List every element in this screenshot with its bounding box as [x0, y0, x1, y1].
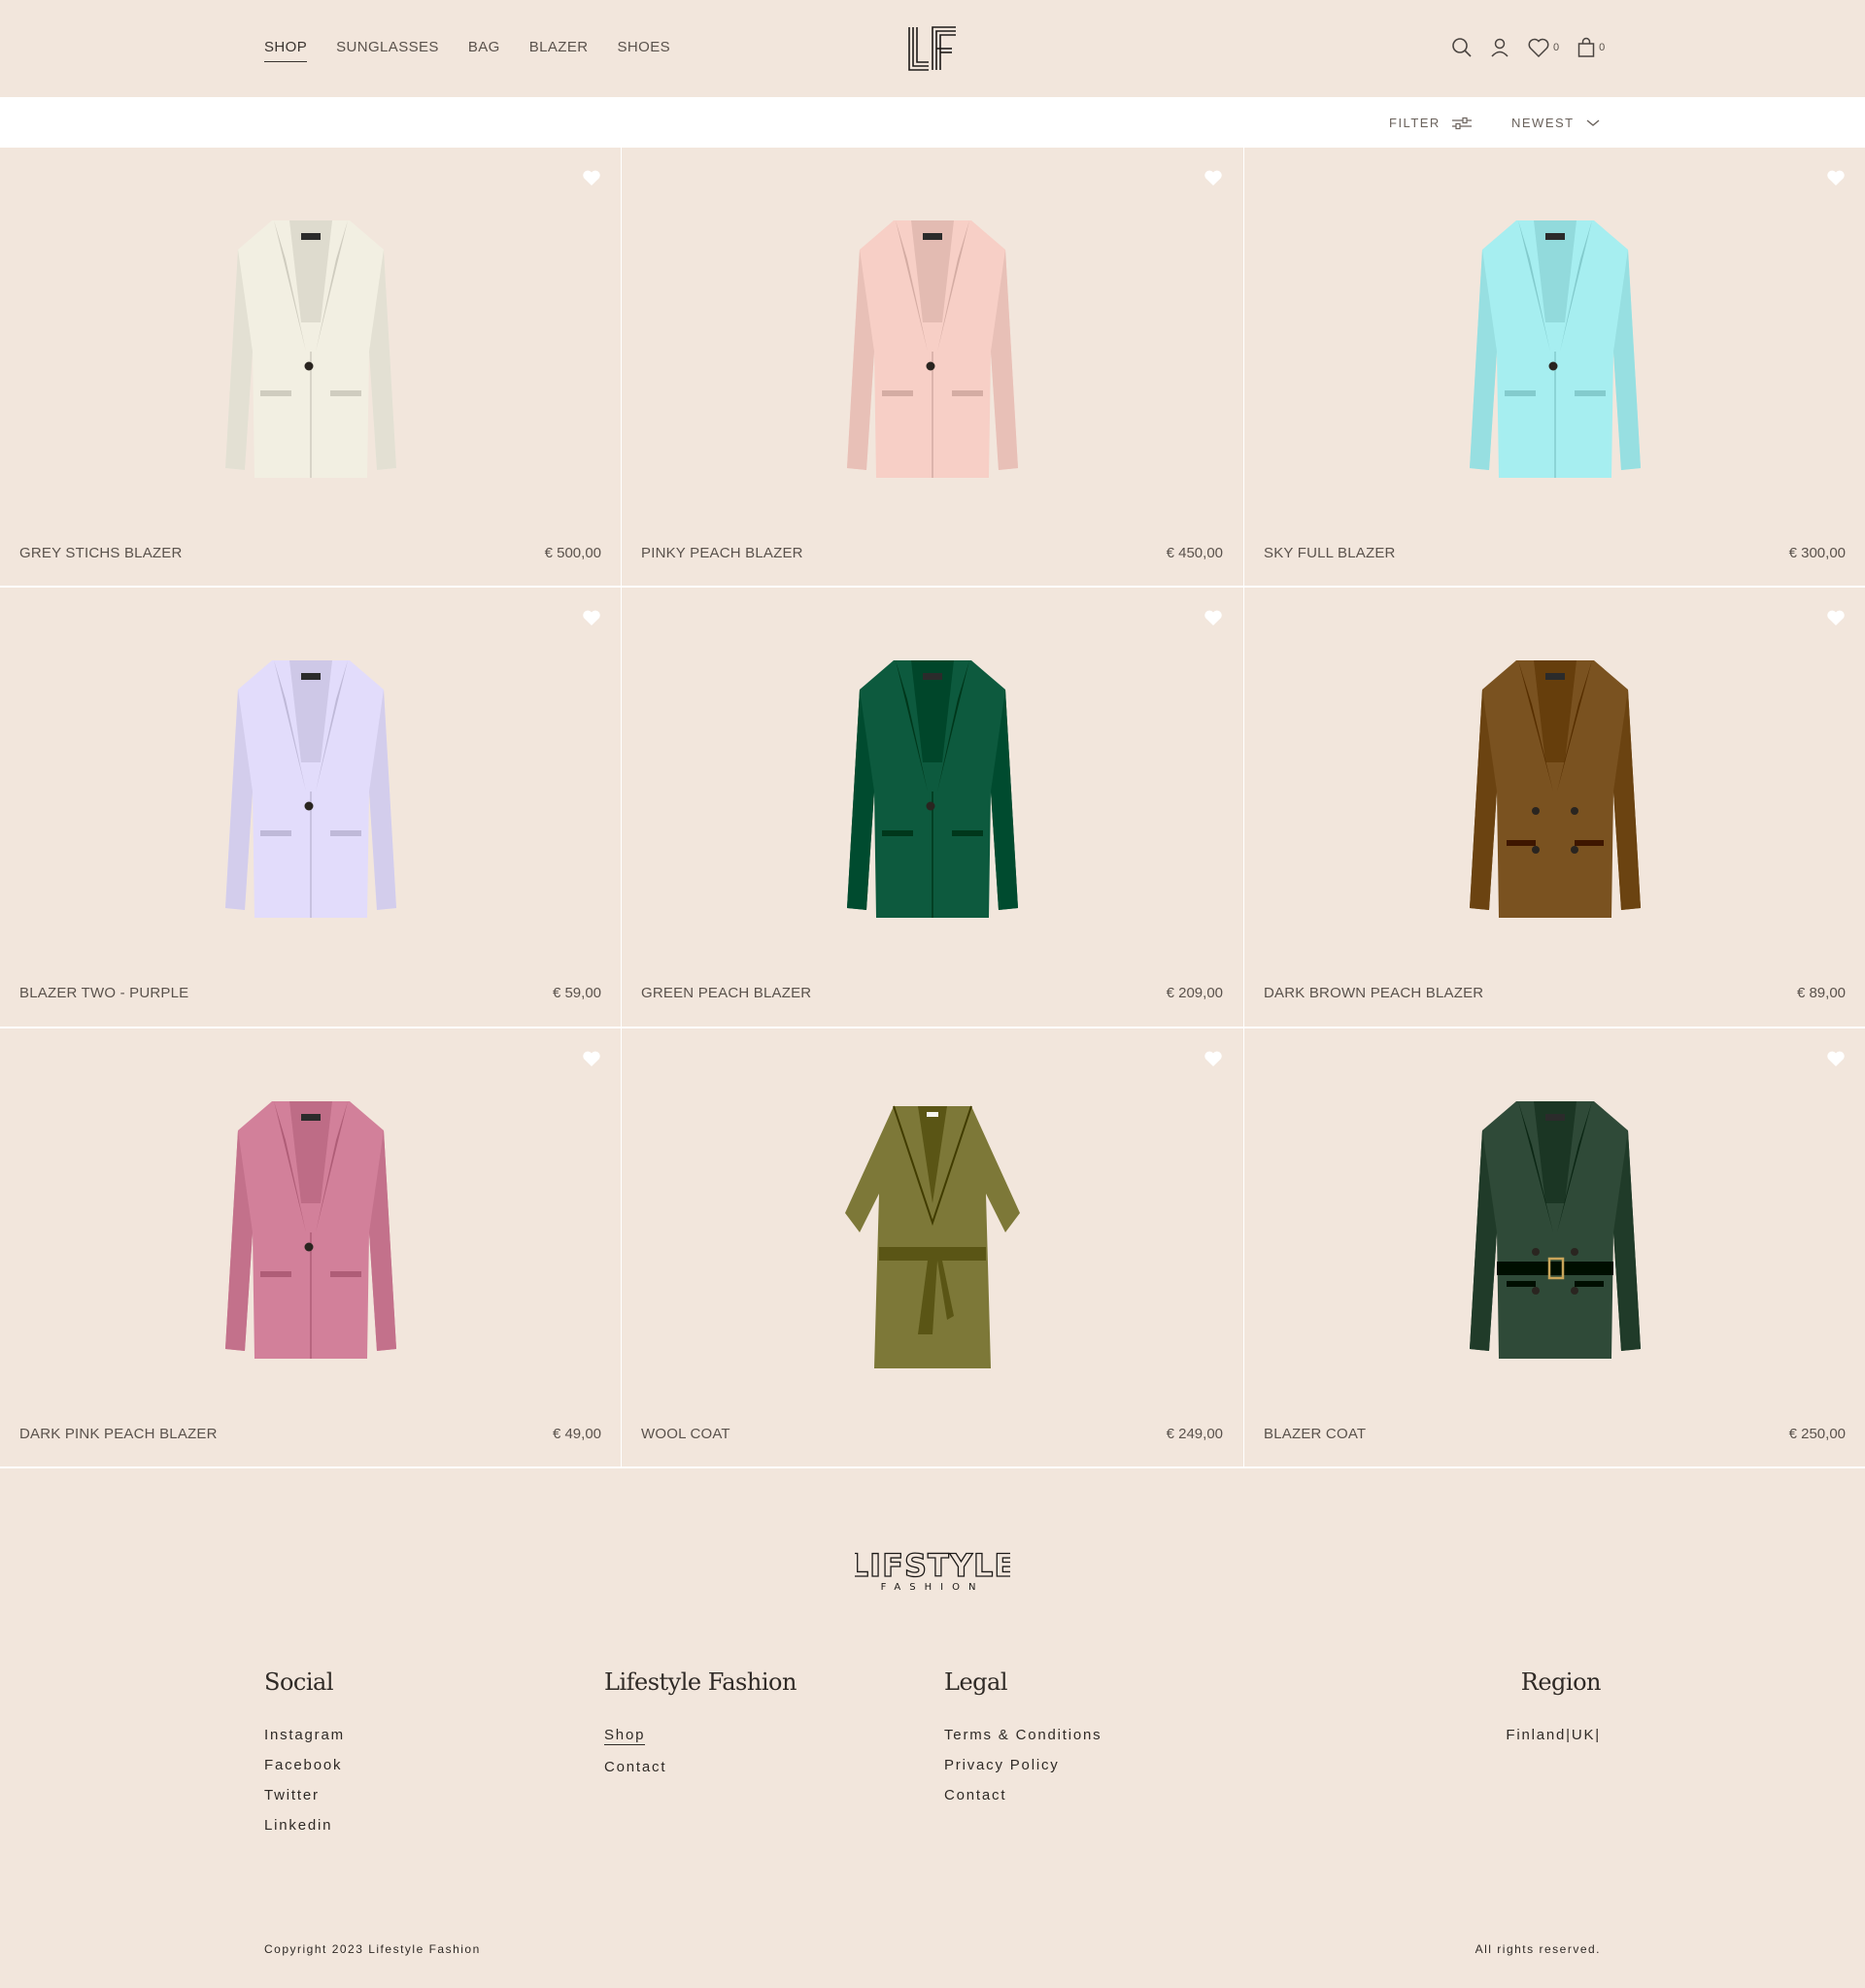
- header-actions: 0 0: [1451, 37, 1605, 58]
- sort-dropdown[interactable]: NEWEST: [1511, 116, 1600, 130]
- user-icon[interactable]: [1490, 37, 1509, 58]
- grid-divider: [1243, 148, 1244, 1468]
- product-name[interactable]: WOOL COAT: [641, 1426, 730, 1442]
- product-card[interactable]: BLAZER COAT € 250,00: [1244, 1028, 1865, 1467]
- grid-divider: [0, 1027, 1865, 1028]
- heart-icon[interactable]: [1826, 1050, 1846, 1067]
- heart-icon[interactable]: [1204, 1050, 1223, 1067]
- product-image[interactable]: [1448, 1087, 1662, 1378]
- product-image[interactable]: [826, 206, 1039, 497]
- nav-bag[interactable]: BAG: [468, 39, 500, 62]
- product-name[interactable]: BLAZER COAT: [1264, 1426, 1366, 1442]
- filter-button[interactable]: FILTER: [1389, 116, 1472, 130]
- footer-link-instagram[interactable]: Instagram: [264, 1727, 345, 1743]
- product-card[interactable]: SKY FULL BLAZER € 300,00: [1244, 148, 1865, 587]
- product-name[interactable]: PINKY PEACH BLAZER: [641, 545, 803, 561]
- product-name[interactable]: DARK PINK PEACH BLAZER: [19, 1426, 218, 1442]
- heart-icon[interactable]: [1826, 169, 1846, 186]
- footer-link-linkedin[interactable]: Linkedin: [264, 1817, 332, 1834]
- footer-link-twitter[interactable]: Twitter: [264, 1787, 320, 1803]
- wishlist-count: 0: [1553, 42, 1560, 53]
- product-image[interactable]: [826, 646, 1039, 937]
- product-name[interactable]: GREY STICHS BLAZER: [19, 545, 183, 561]
- lifstyle-fashion-logo[interactable]: LIFSTYLE FASHION: [855, 1546, 1010, 1593]
- product-image[interactable]: [204, 206, 418, 497]
- product-card[interactable]: WOOL COAT € 249,00: [622, 1028, 1242, 1467]
- chevron-down-icon: [1586, 118, 1600, 126]
- product-card[interactable]: BLAZER TWO - PURPLE € 59,00: [0, 588, 621, 1027]
- product-price: € 59,00: [552, 985, 601, 1001]
- site-header: SHOP SUNGLASSES BAG BLAZER SHOES 0 0: [0, 0, 1865, 97]
- footer-company-title: Lifestyle Fashion: [604, 1668, 797, 1696]
- nav-shop[interactable]: SHOP: [264, 39, 308, 62]
- svg-text:LIFSTYLE: LIFSTYLE: [855, 1547, 1010, 1584]
- product-price: € 209,00: [1166, 985, 1223, 1001]
- footer-social-title: Social: [264, 1668, 333, 1696]
- grid-divider: [621, 148, 622, 1468]
- product-price: € 89,00: [1796, 985, 1846, 1001]
- filter-label: FILTER: [1389, 116, 1441, 130]
- sliders-icon: [1451, 117, 1472, 129]
- heart-icon[interactable]: [1204, 609, 1223, 626]
- cart-button[interactable]: 0: [1577, 37, 1605, 58]
- product-image[interactable]: [1448, 206, 1662, 497]
- product-card[interactable]: GREEN PEACH BLAZER € 209,00: [622, 588, 1242, 1027]
- footer-link-facebook[interactable]: Facebook: [264, 1757, 342, 1773]
- product-price: € 250,00: [1788, 1426, 1846, 1442]
- product-name[interactable]: DARK BROWN PEACH BLAZER: [1264, 985, 1483, 1001]
- svg-text:FASHION: FASHION: [881, 1582, 985, 1593]
- footer-link-legal-contact[interactable]: Contact: [944, 1787, 1006, 1803]
- product-name[interactable]: BLAZER TWO - PURPLE: [19, 985, 188, 1001]
- footer-region-title: Region: [1520, 1668, 1602, 1696]
- nav-shoes[interactable]: SHOES: [618, 39, 671, 62]
- footer-legal-title: Legal: [944, 1668, 1008, 1696]
- heart-icon[interactable]: [1826, 609, 1846, 626]
- heart-icon[interactable]: [582, 609, 601, 626]
- copyright-text: Copyright 2023 Lifestyle Fashion: [264, 1942, 481, 1956]
- lf-logo[interactable]: [907, 25, 958, 72]
- grid-divider: [0, 586, 1865, 588]
- product-price: € 300,00: [1788, 545, 1846, 561]
- heart-icon[interactable]: [582, 169, 601, 186]
- footer-region: Region Finland|UK|: [1506, 1668, 1601, 1757]
- product-grid: GREY STICHS BLAZER € 500,00 PINKY PEACH BL…: [0, 148, 1865, 1468]
- product-image[interactable]: [1448, 646, 1662, 937]
- product-price: € 500,00: [544, 545, 601, 561]
- footer-link-privacy[interactable]: Privacy Policy: [944, 1757, 1060, 1773]
- product-image[interactable]: [204, 1087, 418, 1378]
- filter-bar: FILTER NEWEST: [0, 97, 1865, 148]
- footer-link-shop[interactable]: Shop: [604, 1727, 646, 1745]
- footer-legal: Legal Terms & Conditions Privacy Policy …: [944, 1668, 1102, 1817]
- product-name[interactable]: GREEN PEACH BLAZER: [641, 985, 811, 1001]
- cart-count: 0: [1599, 42, 1606, 53]
- product-price: € 49,00: [552, 1426, 601, 1442]
- product-image[interactable]: [204, 646, 418, 937]
- rights-text: All rights reserved.: [1475, 1942, 1601, 1956]
- heart-icon[interactable]: [582, 1050, 601, 1067]
- footer-company: Lifestyle Fashion Shop Contact: [604, 1668, 797, 1789]
- product-image[interactable]: [826, 1087, 1039, 1378]
- main-nav: SHOP SUNGLASSES BAG BLAZER SHOES: [264, 39, 670, 62]
- heart-icon[interactable]: [1204, 169, 1223, 186]
- grid-divider: [0, 1466, 1865, 1468]
- product-name[interactable]: SKY FULL BLAZER: [1264, 545, 1396, 561]
- product-card[interactable]: DARK BROWN PEACH BLAZER € 89,00: [1244, 588, 1865, 1027]
- nav-blazer[interactable]: BLAZER: [529, 39, 589, 62]
- wishlist-button[interactable]: 0: [1527, 37, 1559, 58]
- product-card[interactable]: PINKY PEACH BLAZER € 450,00: [622, 148, 1242, 587]
- search-icon[interactable]: [1451, 37, 1473, 58]
- product-card[interactable]: DARK PINK PEACH BLAZER € 49,00: [0, 1028, 621, 1467]
- nav-sunglasses[interactable]: SUNGLASSES: [336, 39, 439, 62]
- sort-label: NEWEST: [1511, 116, 1575, 130]
- footer-link-terms[interactable]: Terms & Conditions: [944, 1727, 1102, 1743]
- product-price: € 450,00: [1166, 545, 1223, 561]
- shopping-bag-icon: [1577, 37, 1595, 57]
- footer-social: Social Instagram Facebook Twitter Linked…: [264, 1668, 345, 1847]
- product-card[interactable]: GREY STICHS BLAZER € 500,00: [0, 148, 621, 587]
- product-price: € 249,00: [1166, 1426, 1223, 1442]
- region-selector[interactable]: Finland|UK|: [1506, 1727, 1601, 1743]
- footer-link-contact[interactable]: Contact: [604, 1759, 666, 1775]
- heart-icon: [1528, 38, 1549, 58]
